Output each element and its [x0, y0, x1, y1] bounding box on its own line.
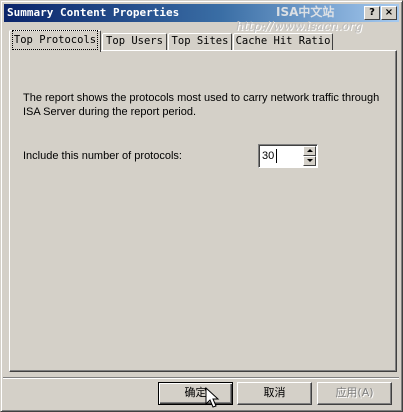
mouse-pointer-icon: [205, 387, 220, 408]
tab-panel-top-protocols: The report shows the protocols most used…: [9, 50, 397, 372]
report-description: The report shows the protocols most used…: [23, 92, 380, 118]
watermark-name: ISA中文站: [276, 5, 335, 19]
window-title: Summary Content Properties: [7, 6, 180, 19]
tab-label: Top Protocols: [11, 30, 99, 50]
ok-button[interactable]: 确定: [158, 382, 233, 405]
tab-label: Top Sites: [171, 35, 229, 47]
spin-up-button[interactable]: [303, 146, 316, 156]
tab-label: Cache Hit Ratio: [235, 35, 331, 47]
help-button[interactable]: ?: [364, 6, 380, 20]
tab-top-users[interactable]: Top Users: [102, 33, 167, 50]
tab-top-sites[interactable]: Top Sites: [168, 33, 232, 50]
close-button[interactable]: ×: [381, 6, 397, 20]
button-separator: [3, 377, 399, 379]
arrow-up-icon: [307, 149, 313, 152]
tab-cache-hit-ratio[interactable]: Cache Hit Ratio: [233, 33, 333, 50]
spin-down-button[interactable]: [303, 156, 316, 166]
tab-label: Top Users: [106, 35, 163, 47]
cancel-button[interactable]: 取消: [237, 382, 312, 405]
text-caret: [276, 149, 277, 163]
tab-strip: Top Protocols Top Users Top Sites Cache …: [9, 30, 399, 52]
protocol-count-input[interactable]: [261, 147, 302, 165]
arrow-down-icon: [307, 159, 313, 162]
protocol-count-label: Include this number of protocols:: [23, 150, 182, 162]
protocol-count-spinner: [258, 144, 318, 168]
tab-top-protocols[interactable]: Top Protocols: [9, 30, 101, 52]
properties-dialog: Summary Content Properties ISA中文站 ? × ht…: [0, 0, 403, 412]
apply-button[interactable]: 应用(A): [317, 382, 392, 405]
